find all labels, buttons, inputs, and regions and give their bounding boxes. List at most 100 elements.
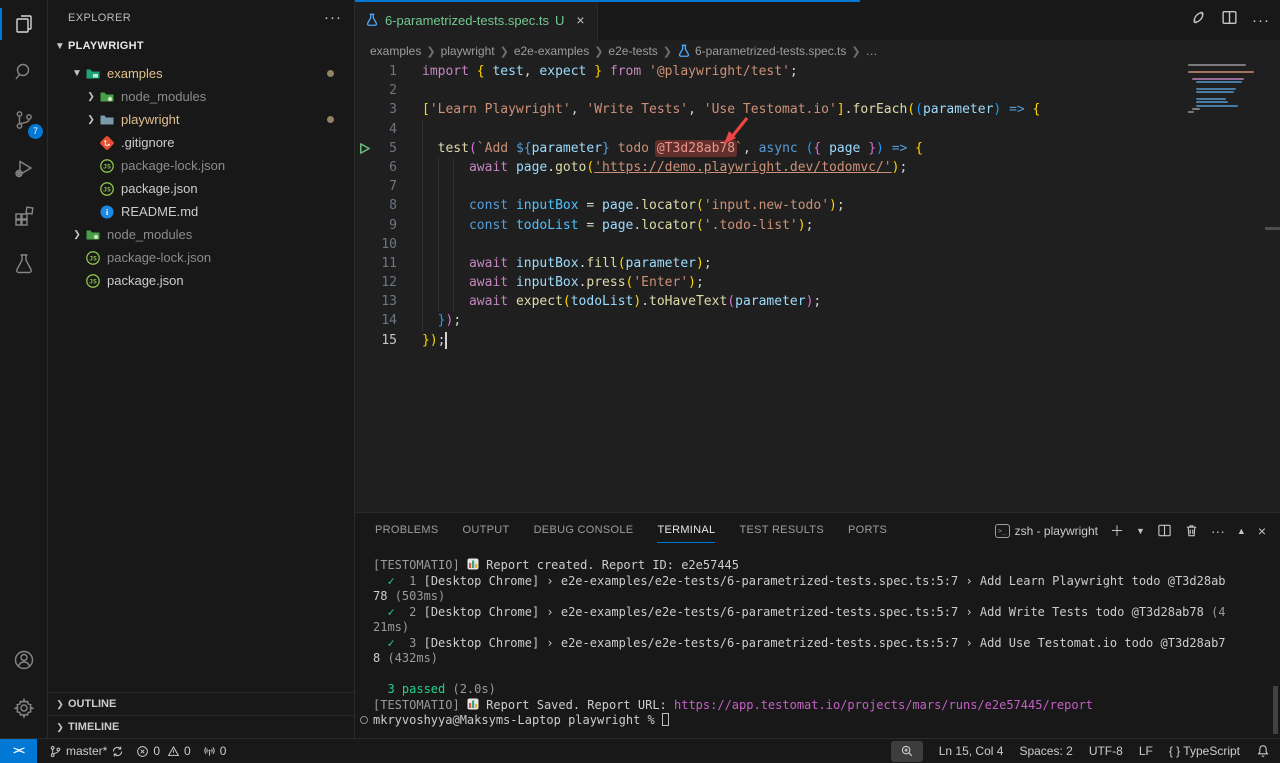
terminal-report-link[interactable]: https://app.testomat.io/projects/mars/ru…: [674, 698, 1093, 712]
activity-accounts-icon[interactable]: [0, 636, 48, 684]
broadcast-icon: [203, 745, 216, 758]
breadcrumb-item[interactable]: playwright: [441, 44, 495, 58]
breadcrumb-file[interactable]: 6-parametrized-tests.spec.ts: [677, 44, 846, 58]
tree-item-examples[interactable]: ▼examples: [48, 62, 354, 85]
panel-close-icon[interactable]: ×: [1258, 523, 1266, 539]
code-line-4[interactable]: 4: [355, 120, 1280, 139]
terminal-line-9[interactable]: 3 passed (2.0s): [373, 682, 1280, 698]
tree-item-package-json[interactable]: JSpackage.json: [48, 269, 354, 292]
tab-close-icon[interactable]: ×: [576, 12, 584, 28]
code-line-15[interactable]: 15});: [355, 331, 1280, 350]
code-line-5[interactable]: 5 test(`Add ${parameter} todo @T3d28ab78…: [355, 139, 1280, 158]
panel-tab-output[interactable]: OUTPUT: [463, 513, 510, 548]
panel-tab-terminal[interactable]: TERMINAL: [657, 513, 715, 548]
modified-dot-badge: [327, 70, 334, 77]
panel-tab-test-results[interactable]: TEST RESULTS: [739, 513, 824, 548]
split-editor-icon[interactable]: [1221, 9, 1238, 31]
breadcrumb-item[interactable]: e2e-tests: [608, 44, 657, 58]
tree-item-node-modules[interactable]: ❯node_modules: [48, 223, 354, 246]
run-test-icon[interactable]: [358, 142, 371, 155]
terminal-line-7[interactable]: 8 (432ms): [373, 651, 1280, 667]
panel-chevron-down-icon[interactable]: ▼: [1136, 526, 1145, 536]
code-line-1[interactable]: 1import { test, expect } from '@playwrig…: [355, 62, 1280, 81]
terminal-text: [373, 682, 387, 696]
scrollbar-thumb[interactable]: [1265, 227, 1280, 230]
tree-item-package-lock-json[interactable]: JS package-lock.json: [48, 154, 354, 177]
code-line-9[interactable]: 9 const todoList = page.locator('.todo-l…: [355, 216, 1280, 235]
terminal-line-5[interactable]: 21ms): [373, 620, 1280, 636]
tree-item-readme-md[interactable]: iREADME.md: [48, 200, 354, 223]
sidebar-section-outline[interactable]: ❯OUTLINE: [48, 692, 354, 715]
breadcrumb-item[interactable]: examples: [370, 44, 421, 58]
code-line-10[interactable]: 10: [355, 235, 1280, 254]
breadcrumb-tail[interactable]: …: [866, 44, 878, 58]
json-icon: JS: [99, 158, 115, 174]
tree-item-package-json[interactable]: JSpackage.json: [48, 177, 354, 200]
eol-sequence[interactable]: LF: [1139, 744, 1153, 758]
code-line-12[interactable]: 12 await inputBox.press('Enter');: [355, 273, 1280, 292]
panel-chevron-up-icon[interactable]: ▲: [1237, 526, 1246, 536]
problems-status[interactable]: 0 0: [136, 744, 190, 758]
code-line-14[interactable]: 14 });: [355, 311, 1280, 330]
tab-spec-file[interactable]: 6-parametrized-tests.spec.ts U ×: [355, 0, 598, 40]
code-text: const todoList = page.locator('.todo-lis…: [422, 216, 813, 235]
compare-changes-icon[interactable]: [1190, 9, 1207, 31]
git-branch-status[interactable]: master*: [49, 744, 124, 758]
terminal-line-3[interactable]: 78 (503ms): [373, 589, 1280, 605]
terminal-line-10[interactable]: [TESTOMATIO] Report Saved. Report URL: h…: [373, 698, 1280, 714]
panel-plus-icon[interactable]: ＋: [1110, 521, 1124, 541]
activity-search-icon[interactable]: [0, 48, 48, 96]
code-line-3[interactable]: 3['Learn Playwright', 'Write Tests', 'Us…: [355, 100, 1280, 119]
cursor-position[interactable]: Ln 15, Col 4: [939, 744, 1004, 758]
panel-trash-icon[interactable]: [1184, 523, 1199, 538]
panel-tab-debug-console[interactable]: DEBUG CONSOLE: [534, 513, 634, 548]
sidebar-more-icon[interactable]: ···: [324, 9, 342, 26]
activity-settings-icon[interactable]: [0, 684, 48, 732]
code-line-7[interactable]: 7: [355, 177, 1280, 196]
terminal-line-2[interactable]: ✓ 1 [Desktop Chrome] › e2e-examples/e2e-…: [373, 574, 1280, 590]
tree-item-playwright[interactable]: ❯playwright: [48, 108, 354, 131]
panel-tab-ports[interactable]: PORTS: [848, 513, 887, 548]
panel-split-icon[interactable]: [1157, 523, 1172, 538]
code-editor[interactable]: 1import { test, expect } from '@playwrig…: [355, 62, 1280, 512]
tree-item-package-lock-json[interactable]: JSpackage-lock.json: [48, 246, 354, 269]
activity-extensions-icon[interactable]: [0, 192, 48, 240]
activity-testing-icon[interactable]: [0, 240, 48, 288]
terminal-line-6[interactable]: ✓ 3 [Desktop Chrome] › e2e-examples/e2e-…: [373, 636, 1280, 652]
activity-run-debug-icon[interactable]: [0, 144, 48, 192]
editor-more-icon[interactable]: ···: [1252, 12, 1270, 29]
sidebar-section-timeline[interactable]: ❯TIMELINE: [48, 715, 354, 738]
indentation[interactable]: Spaces: 2: [1019, 744, 1072, 758]
tree-item-node-modules[interactable]: ❯node_modules: [48, 85, 354, 108]
terminal-line-1[interactable]: [TESTOMATIO] Report created. Report ID: …: [373, 558, 1280, 574]
code-line-8[interactable]: 8 const inputBox = page.locator('input.n…: [355, 196, 1280, 215]
tree-item-label: package-lock.json: [121, 158, 225, 173]
ports-status[interactable]: 0: [203, 744, 227, 758]
terminal-scrollbar[interactable]: [1273, 686, 1278, 734]
minimap[interactable]: [1188, 64, 1258, 115]
terminal-session[interactable]: >_ zsh - playwright: [995, 524, 1098, 538]
language-mode[interactable]: { } TypeScript: [1169, 744, 1240, 758]
breadcrumb: examples❯playwright❯e2e-examples❯e2e-tes…: [355, 40, 1280, 62]
encoding[interactable]: UTF-8: [1089, 744, 1123, 758]
activity-explorer-icon[interactable]: [0, 0, 48, 48]
code-line-13[interactable]: 13 await expect(todoList).toHaveText(par…: [355, 292, 1280, 311]
tab-filename: 6-parametrized-tests.spec.ts: [385, 13, 549, 28]
panel-tab-problems[interactable]: PROBLEMS: [375, 513, 439, 548]
activity-source-control-icon[interactable]: 7: [0, 96, 48, 144]
code-line-11[interactable]: 11 await inputBox.fill(parameter);: [355, 254, 1280, 273]
panel-more-icon[interactable]: ···: [1211, 523, 1225, 539]
terminal-line-11[interactable]: mkryvoshyya@Maksyms-Laptop playwright %: [373, 713, 1280, 729]
terminal-output[interactable]: [TESTOMATIO] Report created. Report ID: …: [355, 548, 1280, 738]
breadcrumb-item[interactable]: e2e-examples: [514, 44, 589, 58]
workspace-section-header[interactable]: ▼ PLAYWRIGHT: [48, 35, 354, 57]
tree-item--gitignore[interactable]: .gitignore: [48, 131, 354, 154]
notifications-bell-icon[interactable]: [1256, 744, 1270, 758]
terminal-line-4[interactable]: ✓ 2 [Desktop Chrome] › e2e-examples/e2e-…: [373, 605, 1280, 621]
code-line-2[interactable]: 2: [355, 81, 1280, 100]
code-line-6[interactable]: 6 await page.goto('https://demo.playwrig…: [355, 158, 1280, 177]
terminal-line-8[interactable]: [373, 667, 1280, 683]
url-link: 'https://demo.playwright.dev/todomvc/': [594, 160, 891, 175]
remote-indicator[interactable]: ><: [0, 739, 37, 763]
zoom-indicator[interactable]: [891, 741, 923, 762]
